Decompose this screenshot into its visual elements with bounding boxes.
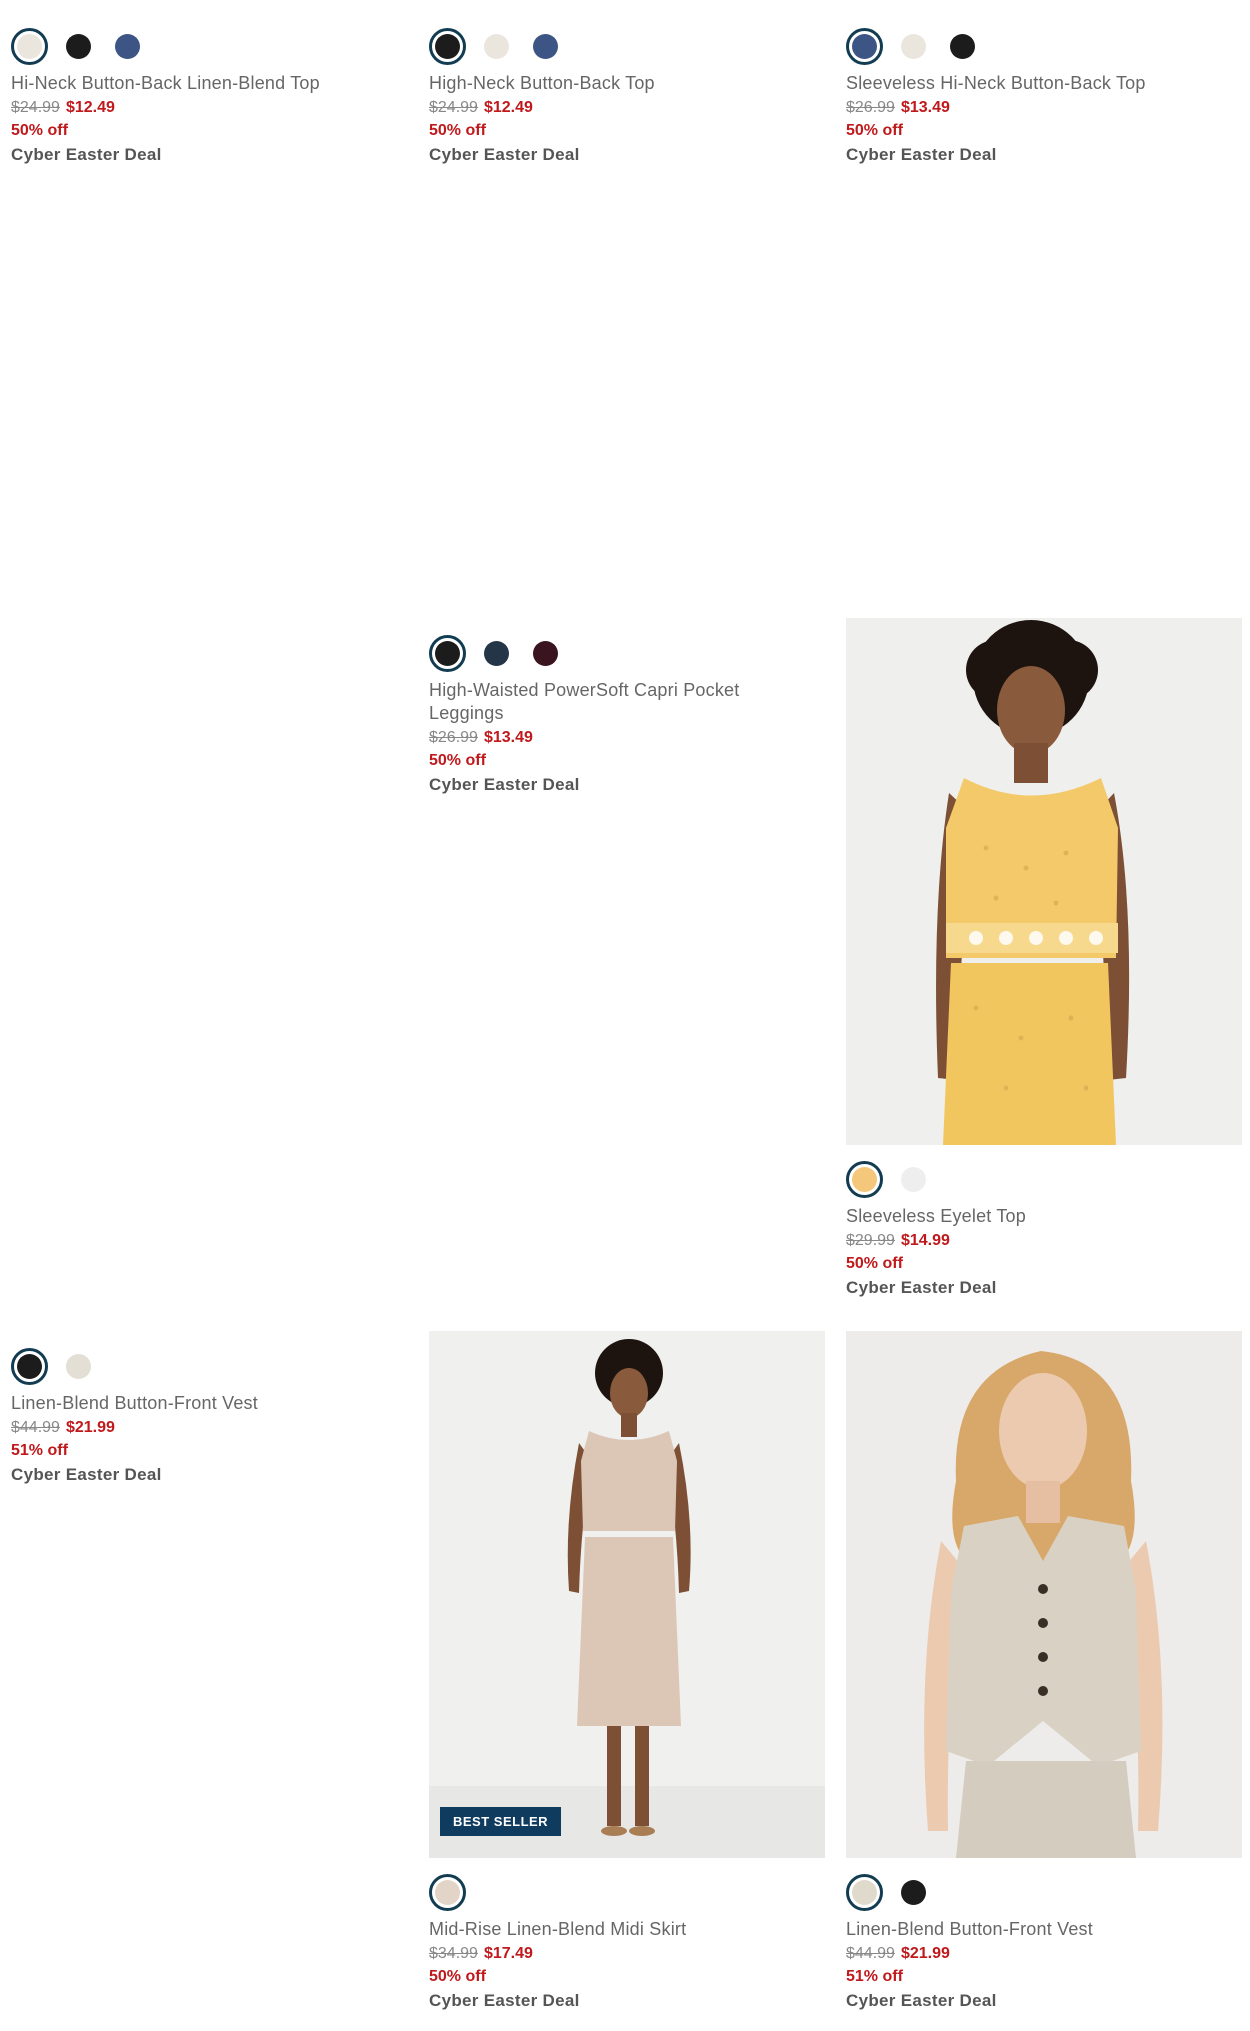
product-name[interactable]: Mid-Rise Linen-Blend Midi Skirt — [429, 1918, 825, 1941]
color-swatch[interactable] — [901, 33, 926, 59]
product-card[interactable]: Sleeveless Hi-Neck Button-Back Top $26.9… — [846, 26, 1242, 167]
model-eyelet-top-image — [846, 618, 1242, 1145]
color-swatch[interactable] — [901, 1879, 926, 1905]
sale-price: $21.99 — [900, 1945, 950, 1962]
product-card[interactable]: High-Waisted PowerSoft Capri Pocket Legg… — [429, 633, 825, 797]
discount-label: 50% off — [429, 122, 486, 139]
color-swatches — [429, 1872, 825, 1912]
color-swatches — [846, 1159, 1242, 1199]
product-image[interactable]: BEST SELLER — [429, 1331, 825, 1858]
product-price: $34.99 $17.49 — [429, 1942, 825, 1965]
product-image[interactable] — [846, 1331, 1242, 1858]
product-name[interactable]: Hi-Neck Button-Back Linen-Blend Top — [11, 72, 407, 95]
product-card[interactable]: BEST SELLER Mid-Rise Linen-Blend Midi Sk… — [429, 1331, 825, 2013]
product-card[interactable]: Sleeveless Eyelet Top $29.99 $14.99 50% o… — [846, 618, 1242, 1300]
product-card[interactable]: Linen-Blend Button-Front Vest $44.99 $21.… — [846, 1331, 1242, 2013]
original-price: $24.99 — [429, 99, 478, 116]
color-swatch-selected[interactable] — [429, 634, 466, 672]
product-name[interactable]: Linen-Blend Button-Front Vest — [846, 1918, 1242, 1941]
color-swatch[interactable] — [115, 33, 140, 59]
color-swatches — [846, 26, 1242, 66]
deal-label: Cyber Easter Deal — [11, 145, 162, 164]
product-name[interactable]: Linen-Blend Button-Front Vest — [11, 1392, 407, 1415]
color-swatch-selected[interactable] — [429, 1873, 466, 1911]
sale-price: $12.49 — [483, 99, 533, 116]
color-swatch[interactable] — [66, 33, 91, 59]
sale-price: $13.49 — [900, 99, 950, 116]
product-price: $26.99 $13.49 — [846, 96, 1242, 119]
discount-label: 50% off — [11, 122, 68, 139]
deal-label: Cyber Easter Deal — [429, 1991, 580, 2010]
sale-price: $14.99 — [900, 1232, 950, 1249]
original-price: $26.99 — [429, 729, 478, 746]
color-swatch[interactable] — [484, 33, 509, 59]
discount-label: 50% off — [846, 1255, 903, 1272]
color-swatch[interactable] — [533, 640, 558, 666]
deal-label: Cyber Easter Deal — [846, 145, 997, 164]
color-swatches — [429, 26, 825, 66]
sale-price: $13.49 — [483, 729, 533, 746]
product-image[interactable] — [846, 618, 1242, 1145]
deal-label: Cyber Easter Deal — [846, 1278, 997, 1297]
color-swatch-selected[interactable] — [846, 1160, 883, 1198]
deal-label: Cyber Easter Deal — [429, 775, 580, 794]
color-swatches — [11, 1346, 407, 1386]
color-swatch-selected[interactable] — [11, 27, 48, 65]
sale-price: $21.99 — [65, 1419, 115, 1436]
original-price: $34.99 — [429, 1945, 478, 1962]
discount-label: 50% off — [429, 752, 486, 769]
product-price: $24.99 $12.49 — [429, 96, 825, 119]
original-price: $29.99 — [846, 1232, 895, 1249]
color-swatch[interactable] — [950, 33, 975, 59]
deal-label: Cyber Easter Deal — [429, 145, 580, 164]
product-price: $44.99 $21.99 — [11, 1416, 407, 1439]
product-name[interactable]: Sleeveless Eyelet Top — [846, 1205, 1242, 1228]
product-card[interactable]: Linen-Blend Button-Front Vest $44.99 $21.… — [11, 1346, 407, 1487]
color-swatch[interactable] — [66, 1353, 91, 1379]
color-swatch-selected[interactable] — [846, 1873, 883, 1911]
color-swatches — [846, 1872, 1242, 1912]
product-name[interactable]: High-Waisted PowerSoft Capri Pocket Legg… — [429, 679, 789, 725]
color-swatch[interactable] — [901, 1166, 926, 1192]
original-price: $24.99 — [11, 99, 60, 116]
model-linen-vest-image — [846, 1331, 1242, 1858]
original-price: $44.99 — [846, 1945, 895, 1962]
color-swatch[interactable] — [533, 33, 558, 59]
deal-label: Cyber Easter Deal — [846, 1991, 997, 2010]
product-name[interactable]: High-Neck Button-Back Top — [429, 72, 825, 95]
product-price: $26.99 $13.49 — [429, 726, 825, 749]
model-midi-skirt-image — [429, 1331, 825, 1858]
color-swatches — [11, 26, 407, 66]
product-price: $44.99 $21.99 — [846, 1942, 1242, 1965]
product-card[interactable]: Hi-Neck Button-Back Linen-Blend Top $24.… — [11, 26, 407, 167]
color-swatch-selected[interactable] — [429, 27, 466, 65]
product-card[interactable]: High-Neck Button-Back Top $24.99 $12.49 5… — [429, 26, 825, 167]
discount-label: 50% off — [429, 1968, 486, 1985]
original-price: $44.99 — [11, 1419, 60, 1436]
product-price: $29.99 $14.99 — [846, 1229, 1242, 1252]
original-price: $26.99 — [846, 99, 895, 116]
discount-label: 51% off — [11, 1442, 68, 1459]
color-swatch-selected[interactable] — [11, 1347, 48, 1385]
discount-label: 50% off — [846, 122, 903, 139]
sale-price: $17.49 — [483, 1945, 533, 1962]
product-price: $24.99 $12.49 — [11, 96, 407, 119]
discount-label: 51% off — [846, 1968, 903, 1985]
color-swatch-selected[interactable] — [846, 27, 883, 65]
product-name[interactable]: Sleeveless Hi-Neck Button-Back Top — [846, 72, 1242, 95]
color-swatch[interactable] — [484, 640, 509, 666]
color-swatches — [429, 633, 825, 673]
deal-label: Cyber Easter Deal — [11, 1465, 162, 1484]
sale-price: $12.49 — [65, 99, 115, 116]
best-seller-badge: BEST SELLER — [440, 1807, 562, 1836]
